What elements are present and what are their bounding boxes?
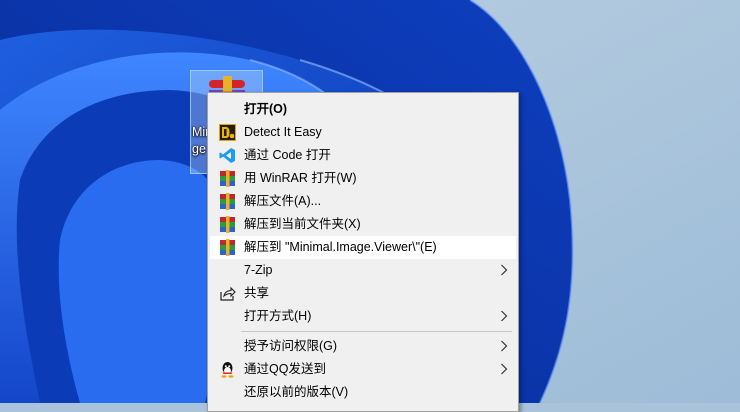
- detect-it-easy-icon: [219, 124, 236, 141]
- menu-item-detect-it-easy[interactable]: Detect It Easy: [210, 121, 516, 144]
- menu-separator: [241, 331, 512, 332]
- menu-item-send-via-qq[interactable]: 通过QQ发送到: [210, 358, 516, 381]
- chevron-right-icon: [501, 310, 508, 322]
- vscode-icon: [219, 148, 235, 163]
- menu-item-restore-previous-versions[interactable]: 还原以前的版本(V): [210, 381, 516, 404]
- winrar-icon: [220, 239, 235, 256]
- qq-penguin-icon: [221, 362, 234, 378]
- menu-item-7zip[interactable]: 7-Zip: [210, 259, 516, 282]
- menu-item-open[interactable]: 打开(O): [210, 98, 516, 121]
- menu-item-extract-files[interactable]: 解压文件(A)...: [210, 190, 516, 213]
- winrar-icon: [220, 193, 235, 210]
- menu-item-give-access[interactable]: 授予访问权限(G): [210, 335, 516, 358]
- menu-item-open-with-winrar[interactable]: 用 WinRAR 打开(W): [210, 167, 516, 190]
- menu-item-share[interactable]: 共享: [210, 282, 516, 305]
- menu-item-open-with-code[interactable]: 通过 Code 打开: [210, 144, 516, 167]
- chevron-right-icon: [501, 264, 508, 276]
- share-icon: [220, 286, 236, 301]
- menu-item-extract-to-folder[interactable]: 解压到 "Minimal.Image.Viewer\"(E): [210, 236, 516, 259]
- menu-item-open-with[interactable]: 打开方式(H): [210, 305, 516, 328]
- chevron-right-icon: [501, 363, 508, 375]
- menu-item-extract-here[interactable]: 解压到当前文件夹(X): [210, 213, 516, 236]
- winrar-icon: [220, 170, 235, 187]
- chevron-right-icon: [501, 340, 508, 352]
- winrar-icon: [220, 216, 235, 233]
- context-menu: 打开(O) Detect It Easy 通过 Code 打开 用 WinRAR…: [207, 92, 519, 412]
